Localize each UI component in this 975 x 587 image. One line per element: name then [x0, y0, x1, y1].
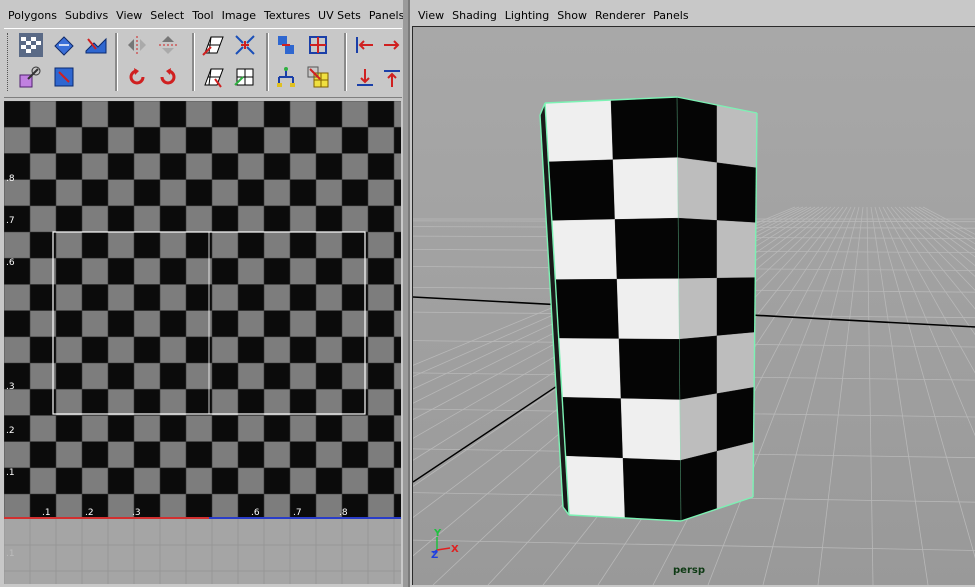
menu-select[interactable]: Select [146, 9, 188, 22]
uv-texture-editor-panel: Polygons Subdivs View Select Tool Image … [0, 0, 405, 587]
v-tick-label: .6 [6, 258, 15, 268]
viewport-menubar: View Shading Lighting Show Renderer Pane… [414, 5, 693, 25]
v-tick-label: .3 [6, 382, 15, 392]
u-tick-label: .1 [42, 508, 51, 518]
checker-uv-icon[interactable] [19, 33, 43, 57]
axis-x-label: X [451, 544, 459, 555]
rotate-cw-icon[interactable] [156, 65, 180, 89]
uv-checker-texture: .8 .7 .6 .3 .2 .1 .1 .2 .3 .6 .7 .8 .1 [4, 101, 401, 584]
menu-image[interactable]: Image [218, 9, 260, 22]
grid-uv-icon[interactable] [306, 33, 330, 57]
u-tick-label: .6 [251, 508, 260, 518]
v-tick-label: .8 [6, 174, 15, 184]
snapshot-icon[interactable] [306, 65, 330, 89]
menu-view[interactable]: View [414, 9, 448, 22]
v-tick-label: .1 [6, 549, 15, 559]
relax-uv-icon[interactable] [233, 65, 257, 89]
rotate-uv-tool-icon[interactable] [52, 65, 76, 89]
u-tick-label: .2 [85, 508, 94, 518]
checkered-box-mesh[interactable] [539, 96, 758, 522]
flip-v-icon[interactable] [156, 33, 180, 57]
toolbar-separator [266, 33, 269, 91]
toolbar-separator [192, 33, 195, 91]
lattice-tool-icon[interactable] [52, 33, 76, 57]
map-uv-border-icon[interactable] [201, 33, 225, 57]
toolbar-separator [344, 33, 347, 91]
align-left-icon[interactable] [353, 33, 377, 57]
uv-editor-canvas[interactable]: .8 .7 .6 .3 .2 .1 .1 .2 .3 .6 .7 .8 .1 [4, 101, 401, 584]
uv-editor-menubar: Polygons Subdivs View Select Tool Image … [4, 5, 408, 25]
v-tick-label: .2 [6, 426, 15, 436]
menu-subdivs[interactable]: Subdivs [61, 9, 112, 22]
menu-polygons[interactable]: Polygons [4, 9, 61, 22]
menu-uv-sets[interactable]: UV Sets [314, 9, 365, 22]
layout-uv-icon[interactable] [274, 65, 298, 89]
v-tick-label: .7 [6, 216, 15, 226]
rotate-ccw-icon[interactable] [125, 65, 149, 89]
align-bottom-icon[interactable] [353, 65, 377, 89]
toolbar-grip[interactable] [7, 33, 11, 91]
unfold-uv-icon[interactable] [201, 65, 225, 89]
menu-panels[interactable]: Panels [365, 9, 408, 22]
flip-u-icon[interactable] [125, 33, 149, 57]
arrow-up-icon[interactable] [380, 65, 404, 89]
uv-toolbar [4, 28, 402, 98]
menu-panels[interactable]: Panels [649, 9, 692, 22]
menu-lighting[interactable]: Lighting [501, 9, 553, 22]
v-tick-label: .1 [6, 468, 15, 478]
arrow-right-icon[interactable] [380, 33, 404, 57]
perspective-viewport[interactable]: Y X Z persp [412, 26, 975, 585]
move-uv-icon[interactable] [18, 65, 42, 89]
axis-y-label: Y [433, 528, 442, 539]
axis-z-label: Z [431, 550, 438, 561]
menu-show[interactable]: Show [553, 9, 591, 22]
u-tick-label: .3 [132, 508, 141, 518]
menu-view[interactable]: View [112, 9, 146, 22]
cut-uv-icon[interactable] [233, 33, 257, 57]
sew-uv-icon[interactable] [274, 33, 298, 57]
menu-tool[interactable]: Tool [188, 9, 217, 22]
menu-textures[interactable]: Textures [260, 9, 314, 22]
u-tick-label: .7 [293, 508, 302, 518]
scene-3d: Y X Z persp [413, 27, 975, 585]
toolbar-separator [115, 33, 118, 91]
u-tick-label: .8 [339, 508, 348, 518]
camera-name-label: persp [673, 565, 705, 576]
move-uv-shell-icon[interactable] [84, 33, 108, 57]
menu-shading[interactable]: Shading [448, 9, 501, 22]
menu-renderer[interactable]: Renderer [591, 9, 649, 22]
